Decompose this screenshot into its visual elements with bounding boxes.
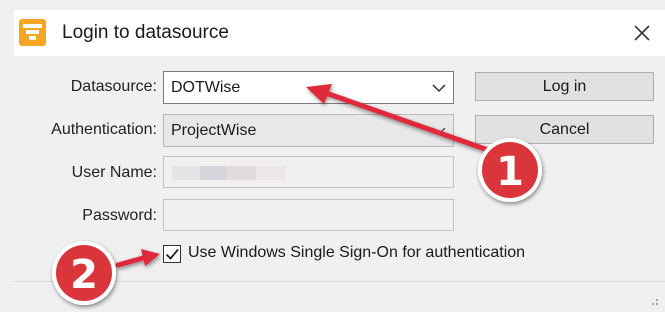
title-bar: Login to datasource (14, 10, 665, 56)
window-title: Login to datasource (62, 22, 229, 43)
datasource-label: Datasource: (70, 78, 157, 95)
authentication-select[interactable]: ProjectWise (163, 114, 454, 147)
username-field[interactable] (163, 156, 454, 188)
authentication-label: Authentication: (51, 121, 157, 138)
resize-grip-icon[interactable] (647, 294, 659, 306)
sso-checkbox-label: Use Windows Single Sign-On for authentic… (188, 244, 526, 261)
datasource-icon (19, 19, 46, 46)
cancel-button[interactable]: Cancel (475, 115, 654, 144)
checkmark-icon (165, 248, 179, 260)
status-divider (14, 281, 665, 282)
sso-checkbox[interactable] (163, 245, 181, 263)
redacted-text (226, 166, 256, 180)
redacted-text (200, 166, 226, 180)
password-field[interactable] (163, 199, 454, 231)
chevron-down-icon (432, 84, 446, 93)
username-label: User Name: (71, 164, 157, 181)
password-label: Password: (82, 207, 157, 224)
login-dialog: Login to datasource Datasource: DOTWise … (0, 0, 665, 312)
redacted-text (256, 166, 286, 180)
redacted-text (172, 166, 200, 180)
chevron-down-icon (432, 127, 446, 136)
close-button[interactable] (623, 14, 661, 52)
login-button[interactable]: Log in (475, 72, 654, 101)
authentication-value: ProjectWise (171, 122, 257, 139)
close-icon (634, 25, 650, 41)
datasource-value: DOTWise (171, 79, 241, 96)
datasource-select[interactable]: DOTWise (163, 71, 454, 104)
